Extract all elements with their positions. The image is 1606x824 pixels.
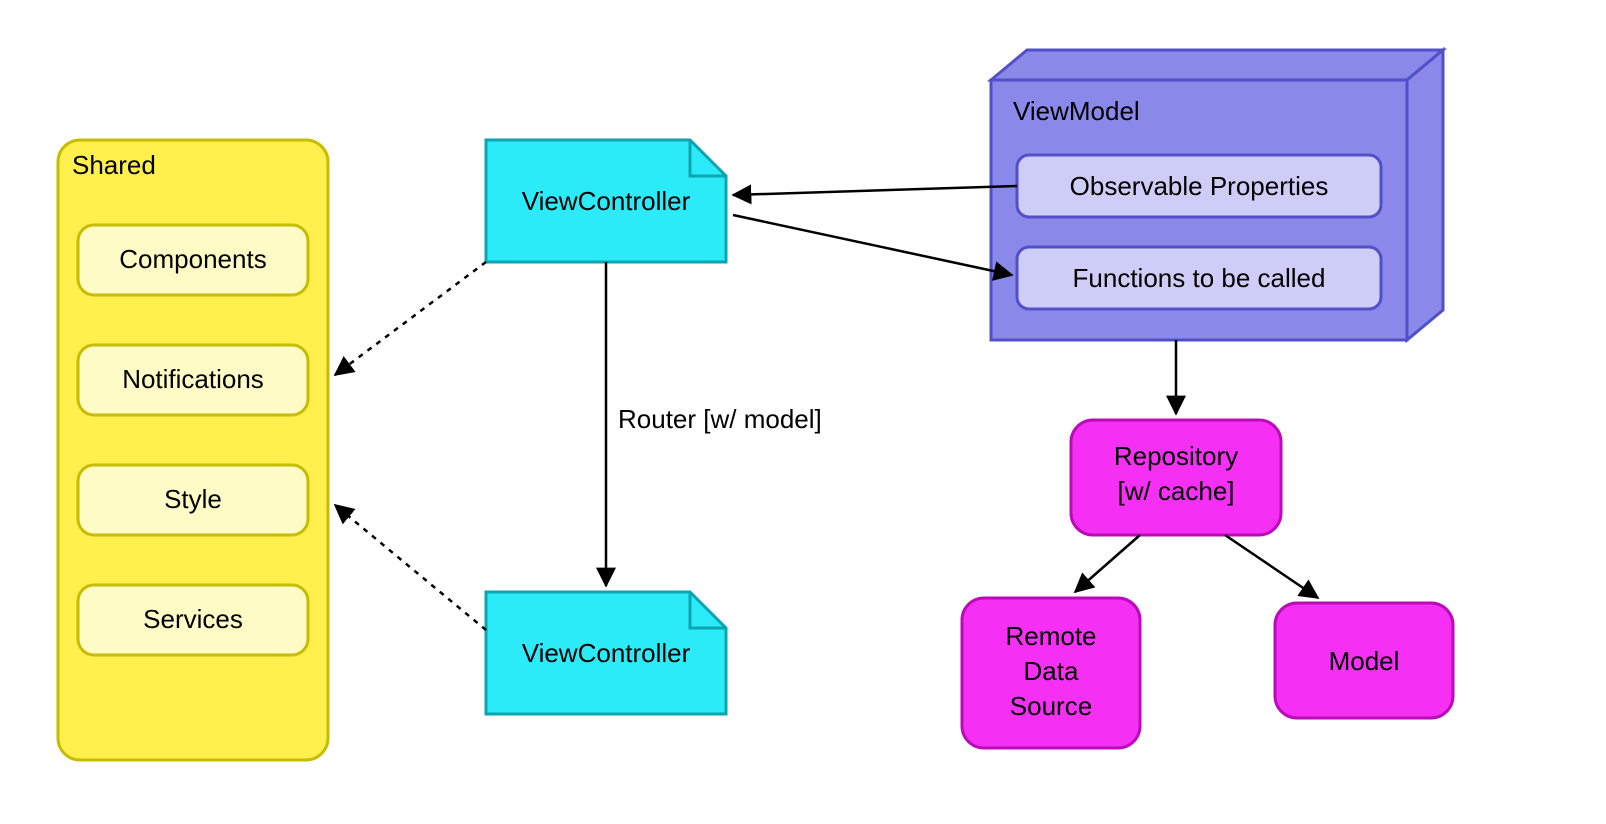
arrow-vc-to-functions [733,215,1012,275]
repository-label-2: [w/ cache] [1117,476,1234,506]
arrow-observable-to-vc [733,186,1017,195]
viewcontroller-top-label: ViewController [522,186,691,216]
router-label: Router [w/ model] [618,404,822,434]
viewmodel-box: ViewModel Observable Properties Function… [991,50,1443,340]
remote-data-source-box: Remote Data Source [962,598,1140,748]
remote-label-2: Data [1024,656,1079,686]
viewmodel-observable: Observable Properties [1070,171,1329,201]
model-label: Model [1329,646,1400,676]
dotted-vc2-to-shared [335,505,486,630]
shared-item-services: Services [143,604,243,634]
shared-item-style: Style [164,484,222,514]
shared-title: Shared [72,150,156,180]
repository-box: Repository [w/ cache] [1071,420,1281,535]
shared-panel: Shared Components Notifications Style Se… [58,140,328,760]
repository-label-1: Repository [1114,441,1238,471]
remote-label-3: Source [1010,691,1092,721]
remote-label-1: Remote [1005,621,1096,651]
viewmodel-functions: Functions to be called [1073,263,1326,293]
viewcontroller-top: ViewController [486,140,726,262]
architecture-diagram: Shared Components Notifications Style Se… [0,0,1606,824]
arrow-repo-to-model [1225,535,1318,598]
dotted-vc1-to-shared [335,262,486,375]
viewcontroller-bottom: ViewController [486,592,726,714]
shared-item-components: Components [119,244,266,274]
arrow-repo-to-remote [1075,535,1140,592]
shared-item-notifications: Notifications [122,364,264,394]
viewmodel-title: ViewModel [1013,96,1140,126]
viewcontroller-bottom-label: ViewController [522,638,691,668]
model-box: Model [1275,603,1453,718]
